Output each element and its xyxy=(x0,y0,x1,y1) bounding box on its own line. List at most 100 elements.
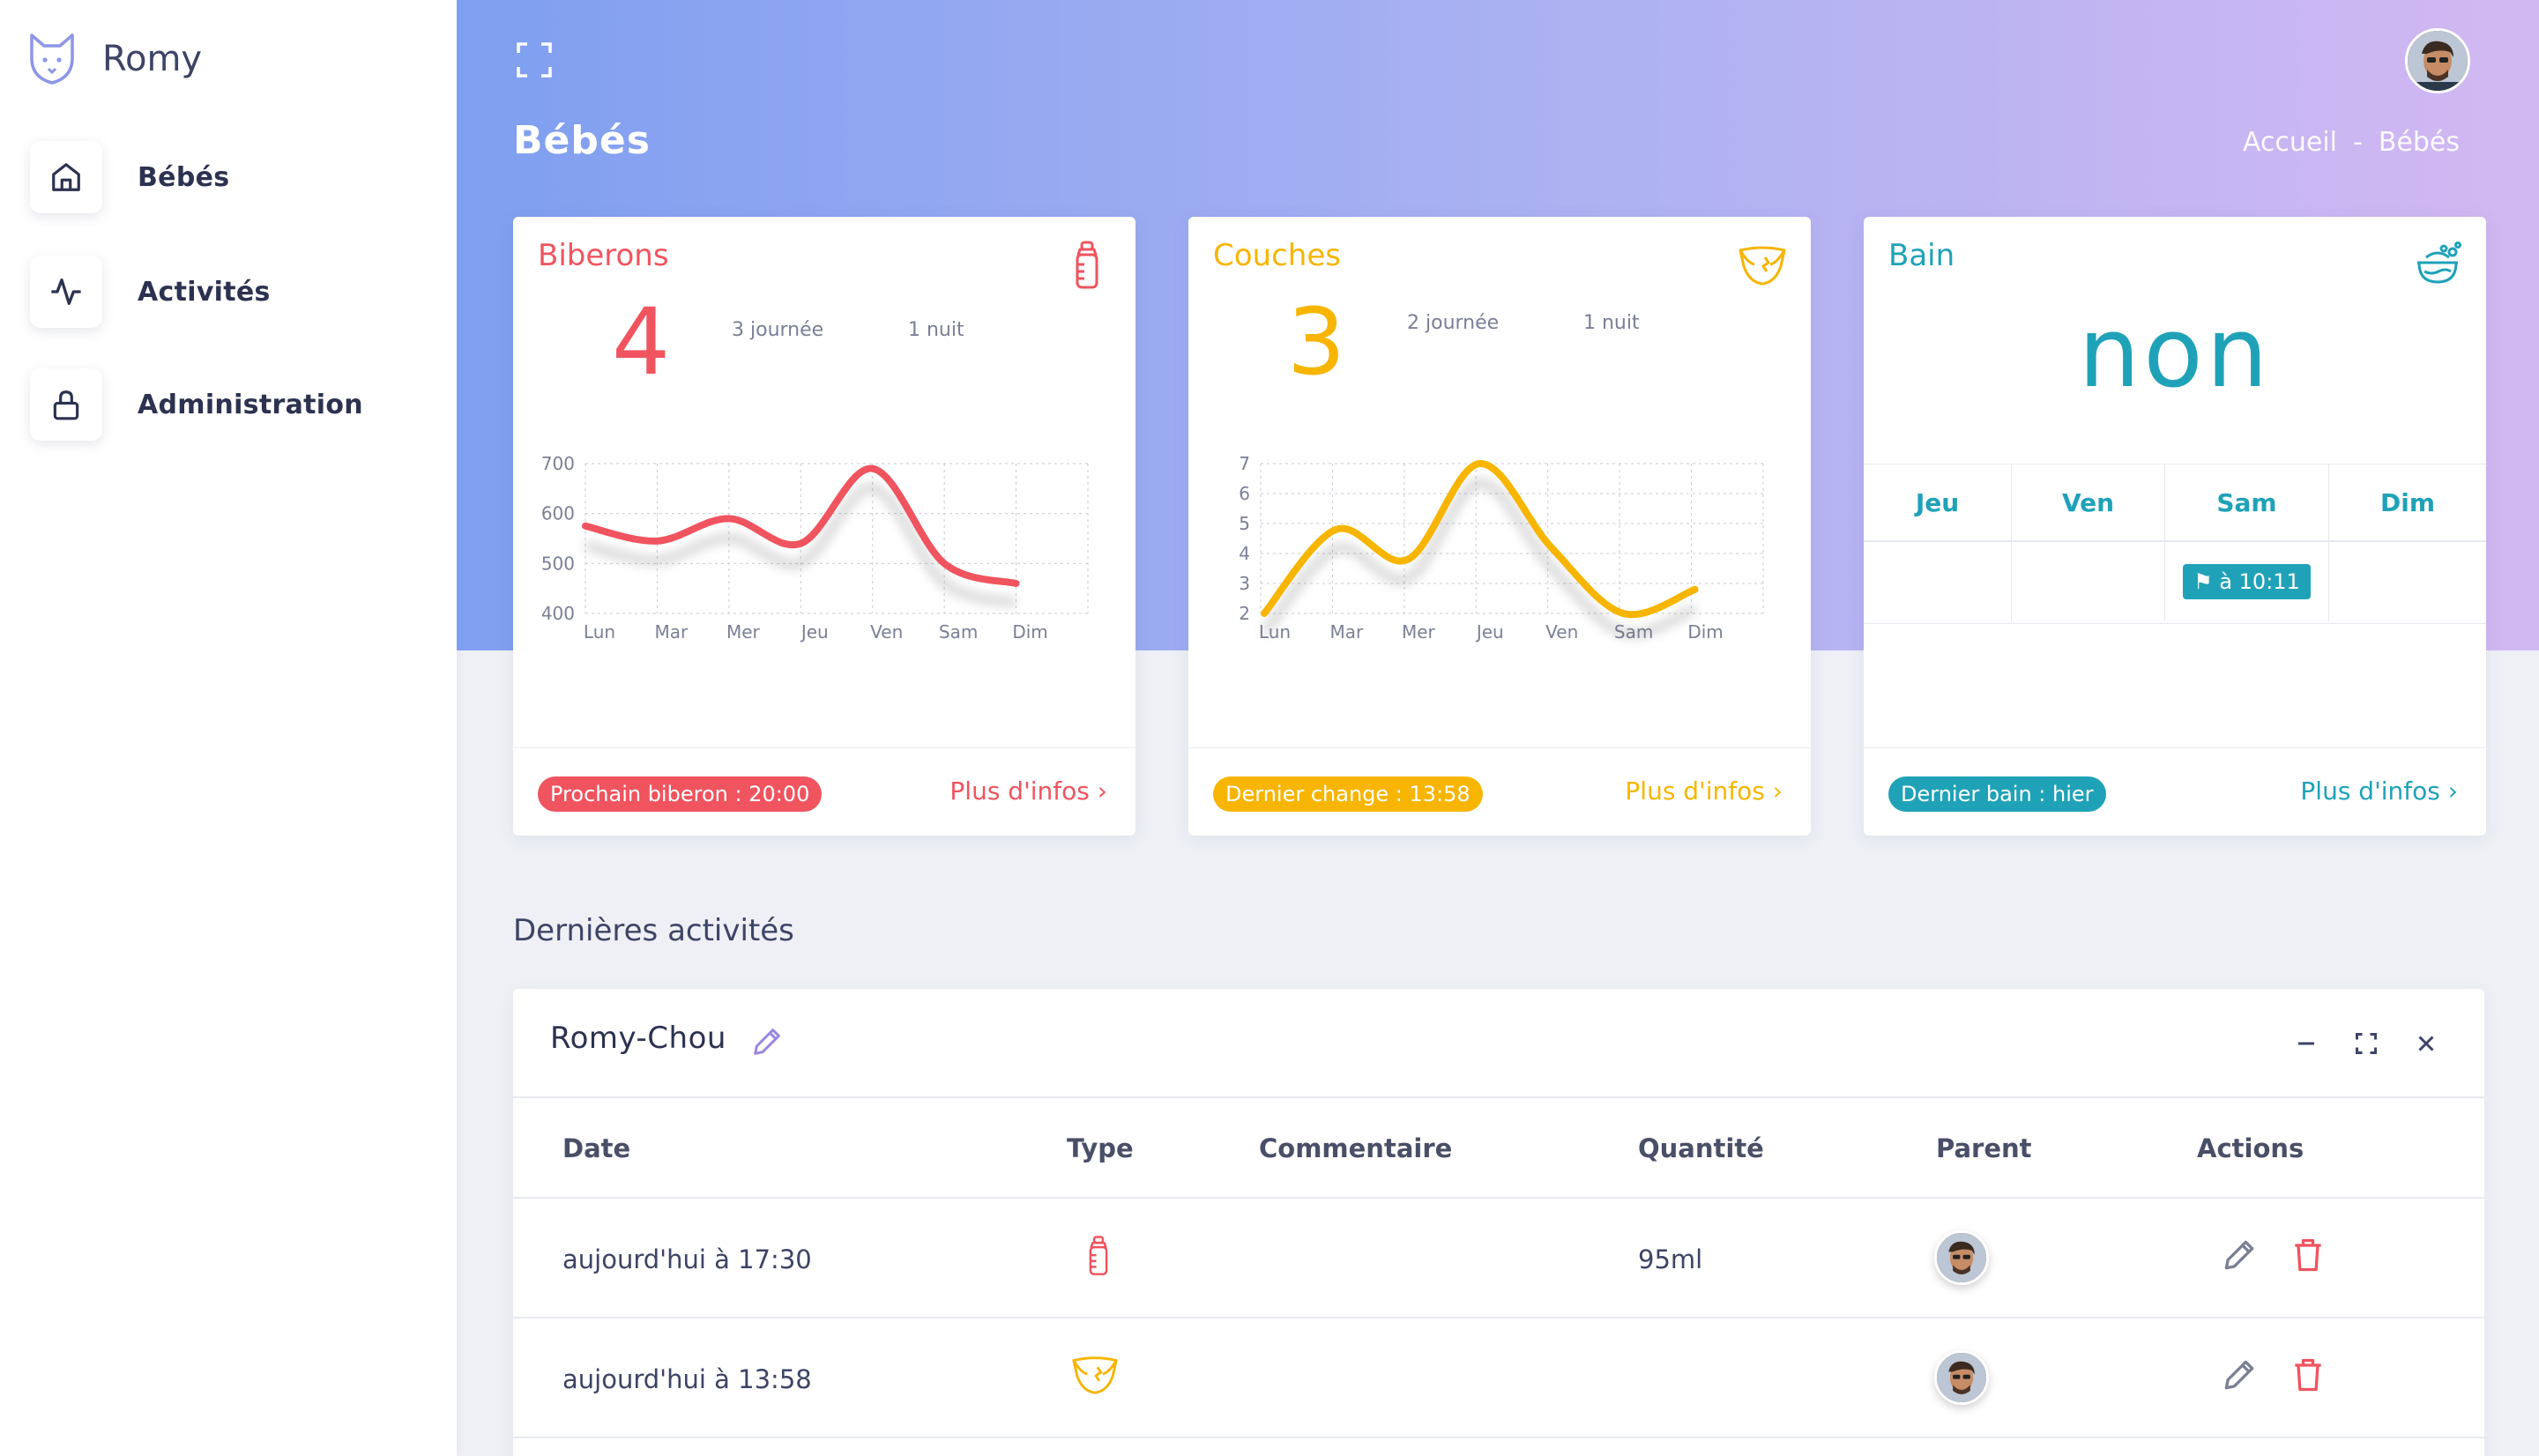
biberons-chart: 700 600 500 400 Lun Mar Mer Jeu Ven Sam Dim xyxy=(541,453,1089,643)
panel-header: Romy-Chou xyxy=(513,989,2484,1098)
divider xyxy=(513,1437,2484,1438)
x-tick-label: Dim xyxy=(1012,621,1047,643)
sidebar-item-bebes[interactable]: Bébés xyxy=(30,141,229,213)
lock-icon xyxy=(30,368,102,441)
more-info-link[interactable]: Plus d'infos › xyxy=(949,776,1107,806)
sidebar: Romy Bébés Activités Administration xyxy=(0,0,457,1456)
y-tick-label: 6 xyxy=(1239,483,1250,504)
pencil-icon[interactable] xyxy=(749,1024,785,1059)
y-tick-label: 400 xyxy=(541,603,575,624)
x-tick-label: Sam xyxy=(939,621,978,643)
y-tick-label: 700 xyxy=(541,453,575,474)
card-title: Couches xyxy=(1213,238,1341,273)
bain-card: Bain non Jeu Ven Sam Dim ⚑ à 10:11 Derni… xyxy=(1864,217,2486,836)
card-footer: Dernier change : 13:58 Plus d'infos › xyxy=(1188,747,1811,836)
user-avatar[interactable] xyxy=(2405,28,2470,93)
column-header-date[interactable]: Date xyxy=(562,1133,630,1163)
chevron-right-icon: › xyxy=(2447,776,2458,806)
x-tick-label: Jeu xyxy=(1475,621,1504,643)
diaper-icon xyxy=(1739,246,1786,286)
day-cell xyxy=(1864,542,2012,621)
activity-date: aujourd'hui à 17:30 xyxy=(562,1244,812,1274)
page-title: Bébés xyxy=(513,118,651,163)
bathtub-icon xyxy=(2417,241,2461,284)
column-header-actions: Actions xyxy=(2197,1133,2304,1163)
night-count: 1 nuit xyxy=(908,319,964,341)
y-tick-label: 2 xyxy=(1239,603,1250,624)
edit-icon[interactable] xyxy=(2220,1236,2259,1274)
day-header: Dim xyxy=(2379,487,2435,517)
x-tick-label: Lun xyxy=(584,621,615,643)
more-info-label: Plus d'infos xyxy=(1625,776,1765,806)
chevron-right-icon: › xyxy=(1097,776,1107,806)
diaper-count: 3 xyxy=(1287,288,1346,396)
activity-quantity: 95ml xyxy=(1638,1244,1703,1274)
activities-panel: Romy-Chou Date Type Commentaire Quantité… xyxy=(513,989,2484,1456)
fox-logo-icon xyxy=(30,33,74,85)
day-cell: ⚑ à 10:11 xyxy=(2165,542,2329,621)
parent-avatar xyxy=(1934,1230,1989,1285)
activity-icon xyxy=(30,256,102,328)
app-name: Romy xyxy=(102,39,203,79)
y-tick-label: 600 xyxy=(541,503,575,524)
day-header: Jeu xyxy=(1864,464,2012,540)
couches-chart: 765432Lun Mar Mer Jeu Ven Sam Dim xyxy=(1239,453,1764,643)
column-header-type[interactable]: Type xyxy=(1067,1133,1134,1163)
shower-icon: ⚑ xyxy=(2193,569,2213,594)
column-header-comment[interactable]: Commentaire xyxy=(1259,1133,1452,1163)
y-tick-label: 3 xyxy=(1239,573,1250,594)
edit-icon[interactable] xyxy=(2220,1356,2259,1394)
more-info-label: Plus d'infos xyxy=(949,776,1090,806)
activity-date: aujourd'hui à 13:58 xyxy=(562,1364,812,1394)
home-icon xyxy=(30,141,102,213)
more-info-link[interactable]: Plus d'infos › xyxy=(1625,776,1783,806)
trash-icon[interactable] xyxy=(2289,1356,2327,1394)
y-tick-label: 7 xyxy=(1239,453,1250,474)
bath-calendar: Jeu Ven Sam Dim ⚑ à 10:11 xyxy=(1864,464,2486,624)
breadcrumb-current: Bébés xyxy=(2378,127,2460,158)
breadcrumb: Accueil - Bébés xyxy=(2243,127,2460,158)
day-header: Ven xyxy=(2012,464,2165,540)
x-tick-label: Jeu xyxy=(800,621,829,643)
x-tick-label: Dim xyxy=(1687,621,1723,643)
close-icon[interactable] xyxy=(2410,1028,2442,1059)
y-tick-label: 5 xyxy=(1239,513,1250,534)
breadcrumb-separator: - xyxy=(2353,127,2363,158)
sidebar-item-activites[interactable]: Activités xyxy=(30,256,271,328)
bath-event-chip[interactable]: ⚑ à 10:11 xyxy=(2183,564,2311,599)
x-tick-label: Mar xyxy=(655,621,689,643)
section-title: Dernières activités xyxy=(513,913,794,948)
column-header-parent[interactable]: Parent xyxy=(1936,1133,2032,1163)
sidebar-item-label: Bébés xyxy=(138,161,230,193)
card-title: Bain xyxy=(1888,238,1955,273)
more-info-link[interactable]: Plus d'infos › xyxy=(2300,776,2458,806)
parent-avatar xyxy=(1934,1350,1989,1405)
y-tick-label: 4 xyxy=(1239,543,1250,564)
app-logo[interactable]: Romy xyxy=(26,32,202,86)
y-tick-label: 500 xyxy=(541,553,575,574)
day-count: 2 journée xyxy=(1407,312,1500,334)
column-header-quantity[interactable]: Quantité xyxy=(1638,1133,1764,1163)
next-bottle-badge: Prochain biberon : 20:00 xyxy=(538,776,823,812)
breadcrumb-home[interactable]: Accueil xyxy=(2243,127,2337,158)
bath-event-time: à 10:11 xyxy=(2219,569,2300,594)
last-change-badge: Dernier change : 13:58 xyxy=(1213,776,1483,812)
sidebar-item-label: Activités xyxy=(138,276,271,308)
bottle-icon xyxy=(1089,1236,1108,1275)
minimize-icon[interactable] xyxy=(2290,1028,2322,1059)
divider xyxy=(513,1317,2484,1319)
biberons-card: Biberons 4 3 journée 1 nuit 700 600 500 400… xyxy=(513,217,1135,836)
divider xyxy=(513,1197,2484,1199)
couches-card: Couches 3 2 journée 1 nuit 7 6 5 4 3 2 Lun Mar M… xyxy=(1188,217,1811,836)
maximize-icon[interactable] xyxy=(2350,1028,2382,1059)
sidebar-item-administration[interactable]: Administration xyxy=(30,368,363,441)
x-tick-label: Ven xyxy=(1545,621,1578,643)
day-count: 3 journée xyxy=(732,319,824,341)
fullscreen-icon[interactable] xyxy=(515,41,554,79)
day-cell xyxy=(2012,542,2165,621)
baby-name: Romy-Chou xyxy=(550,1021,726,1056)
sidebar-item-label: Administration xyxy=(138,389,363,420)
trash-icon[interactable] xyxy=(2289,1236,2327,1274)
night-count: 1 nuit xyxy=(1583,312,1640,334)
avatar-portrait xyxy=(2408,31,2468,91)
